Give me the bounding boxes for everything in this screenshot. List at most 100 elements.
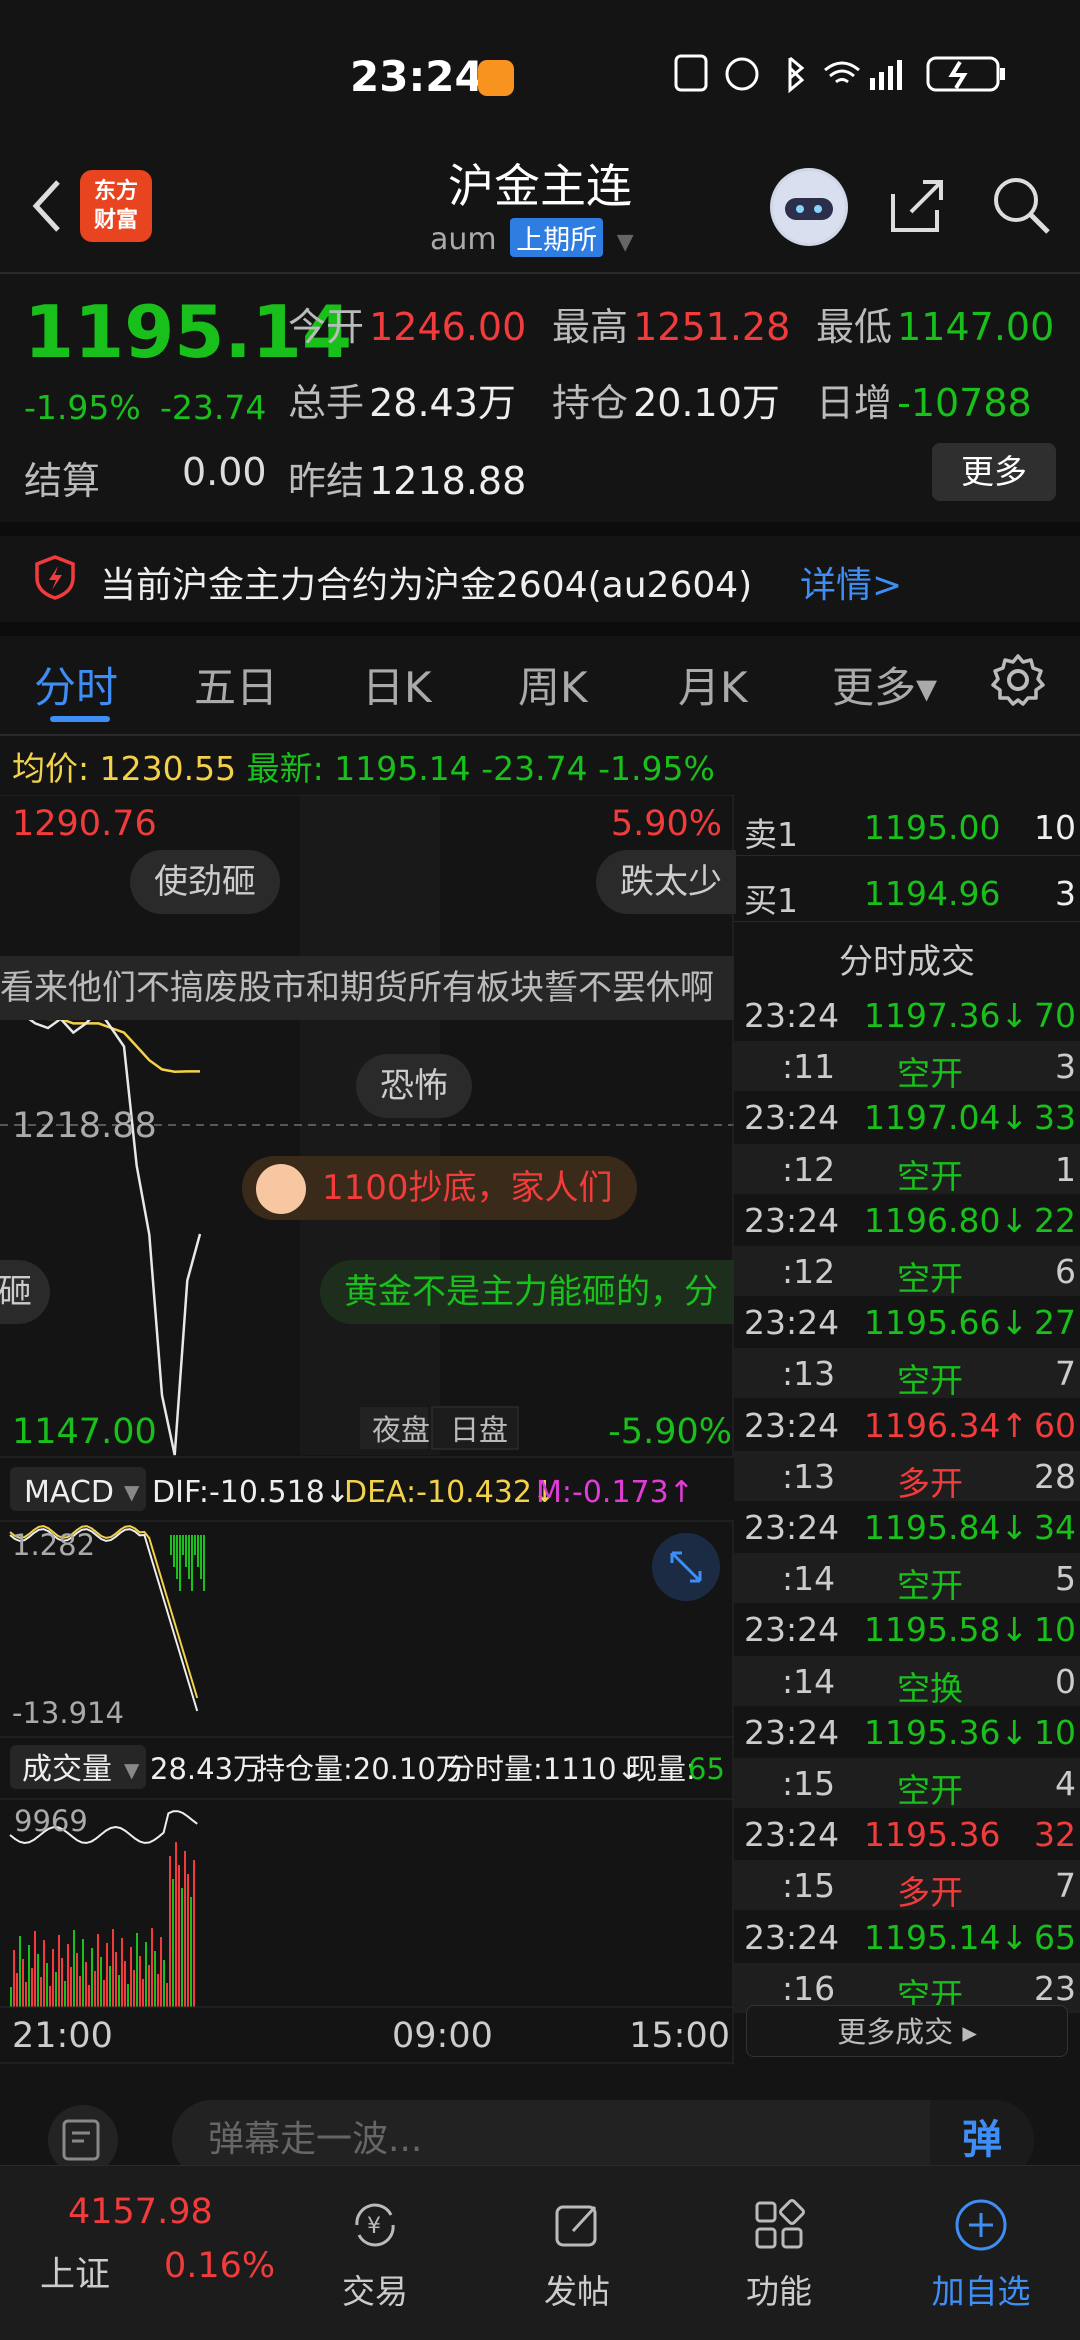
index-change-pct[interactable]: 0.16% xyxy=(164,2246,275,2286)
system-status-icons xyxy=(674,54,1005,94)
volume-bar xyxy=(121,1938,123,2007)
section-divider xyxy=(0,522,1080,536)
pct-max-label: 5.90% xyxy=(611,804,722,844)
trade-volume: 3 xyxy=(1055,1047,1076,1087)
trade-row: 23:24 1196.80↓ 22 xyxy=(734,1195,1080,1245)
bid-volume: 3 xyxy=(1055,874,1076,913)
macd-bar xyxy=(191,1535,193,1591)
macd-histogram xyxy=(170,1535,205,1591)
assistant-avatar[interactable] xyxy=(770,168,848,246)
index-name[interactable]: 上证 xyxy=(40,2246,110,2297)
trade-time: 23:24 xyxy=(744,1405,840,1445)
yuan-refresh-icon: ¥ xyxy=(355,2203,395,2247)
volume-bar xyxy=(148,1965,150,2007)
trade-time: 23:24 xyxy=(744,1508,840,1547)
trade-type: 空换 xyxy=(897,1668,963,1708)
volume-bar xyxy=(112,1929,114,2007)
macd-bar xyxy=(170,1535,172,1555)
trade-price: 1195.14↓ xyxy=(864,1917,1029,1957)
high-value: 1251.28 xyxy=(633,305,791,349)
settle-label: 结算 xyxy=(24,459,101,503)
y-mid-label: 1218.88 xyxy=(12,1106,157,1146)
tab-more[interactable]: 更多▾ xyxy=(832,654,937,715)
trade-volume: 65 xyxy=(1034,1917,1076,1957)
trade-time: 23:24 xyxy=(744,996,840,1035)
share-icon[interactable] xyxy=(883,172,949,238)
volume-bar xyxy=(67,1944,69,2007)
index-price[interactable]: 4157.98 xyxy=(68,2192,213,2232)
volume-selector-label: 成交量 xyxy=(22,1752,112,1787)
volume-bar xyxy=(163,1960,165,2007)
trade-volume: 32 xyxy=(1034,1815,1076,1855)
more-quote-button[interactable]: 更多 xyxy=(932,443,1056,501)
tab-daily-k[interactable]: 日K xyxy=(362,654,432,715)
volume-bar xyxy=(151,1928,153,2007)
prev-settle-stat: 昨结 1218.88 xyxy=(288,450,526,505)
oi-change-value: -10788 xyxy=(897,381,1032,425)
nav-post-label: 发帖 xyxy=(544,2272,610,2311)
trade-time: :11 xyxy=(782,1047,836,1087)
oi-change-stat: 日增 -10788 xyxy=(816,372,1032,427)
contract-subtitle[interactable]: aum 上期所 ▼ xyxy=(430,218,634,257)
notice-details-link[interactable]: 详情> xyxy=(800,556,902,608)
trade-time: :12 xyxy=(782,1252,836,1291)
tab-monthly-k[interactable]: 月K xyxy=(678,654,748,715)
volume-bar xyxy=(94,1971,96,2007)
volume-bar xyxy=(127,1984,129,2007)
volume-bar xyxy=(49,1986,51,2007)
search-icon[interactable] xyxy=(988,172,1054,238)
low-stat: 最低 1147.00 xyxy=(816,296,1054,351)
ask-row: 卖1 1195.00 10 xyxy=(734,800,1080,856)
change-amount: -23.74 xyxy=(160,388,267,427)
volume-bar xyxy=(31,1968,33,2007)
gear-icon[interactable] xyxy=(988,650,1048,710)
volume-bar xyxy=(79,1976,81,2007)
macd-dea: DEA:-10.432↓ xyxy=(344,1475,557,1510)
more-trades-button[interactable]: 更多成交 ▸ xyxy=(746,2005,1068,2057)
trade-volume: 33 xyxy=(1034,1098,1076,1138)
night-session-label[interactable]: 夜盘 xyxy=(372,1413,430,1447)
volume-value: 28.43万 xyxy=(369,381,516,425)
volume-bar xyxy=(19,1936,21,2007)
volume-bar xyxy=(37,1954,39,2007)
volume-bar xyxy=(118,1975,120,2007)
trade-time: 23:24 xyxy=(744,1098,840,1138)
danmaku-bubble: 使劲砸 xyxy=(130,850,280,914)
nav-add-watchlist[interactable]: 加自选 xyxy=(906,2195,1056,2313)
tab-five-day[interactable]: 五日 xyxy=(194,654,278,715)
divider xyxy=(0,734,1080,736)
tab-intraday[interactable]: 分时 xyxy=(34,654,118,715)
high-label: 最高 xyxy=(552,305,629,349)
trade-time: :14 xyxy=(782,1559,836,1599)
volume-bar xyxy=(130,1947,132,2007)
volume-bar xyxy=(166,1983,168,2007)
open-interest-stat: 持仓 20.10万 xyxy=(552,372,780,427)
nav-post[interactable]: 发帖 xyxy=(502,2195,652,2313)
trade-price: 1197.04↓ xyxy=(864,1098,1029,1138)
trade-price: 1195.84↓ xyxy=(864,1508,1029,1547)
open-value: 1246.00 xyxy=(369,305,527,349)
trade-type-row: :13 空开 7 xyxy=(734,1348,1080,1400)
nav-functions[interactable]: 功能 xyxy=(704,2195,854,2313)
volume-bar xyxy=(136,1933,138,2007)
back-icon[interactable] xyxy=(18,170,78,240)
volume-bar xyxy=(22,1959,24,2007)
average-price-bar: 均价: 1230.55 最新: 1195.14 -23.74 -1.95% xyxy=(12,742,715,790)
trade-row: 23:24 1195.14↓ 65 xyxy=(734,1912,1080,1962)
trade-type-row: :12 空开 6 xyxy=(734,1246,1080,1298)
trade-time: :15 xyxy=(782,1866,836,1906)
volume-total: 28.43万 xyxy=(150,1752,262,1786)
macd-bar xyxy=(182,1535,184,1555)
macd-bar xyxy=(194,1535,196,1555)
volume-bar xyxy=(100,1957,102,2007)
trade-row: 23:24 1197.36↓ 70 xyxy=(734,990,1080,1040)
day-session-label[interactable]: 日盘 xyxy=(450,1413,508,1447)
volume-bar xyxy=(61,1958,63,2007)
status-time: 23:24 xyxy=(350,52,484,101)
tab-weekly-k[interactable]: 周K xyxy=(518,654,588,715)
volume-bar xyxy=(178,1865,180,2007)
trade-price: 1196.34↑ xyxy=(864,1405,1029,1445)
volume-bar xyxy=(106,1943,108,2007)
nav-trade[interactable]: ¥ 交易 xyxy=(300,2195,450,2313)
volume-minute: 分时量:1110↓ xyxy=(446,1752,641,1786)
